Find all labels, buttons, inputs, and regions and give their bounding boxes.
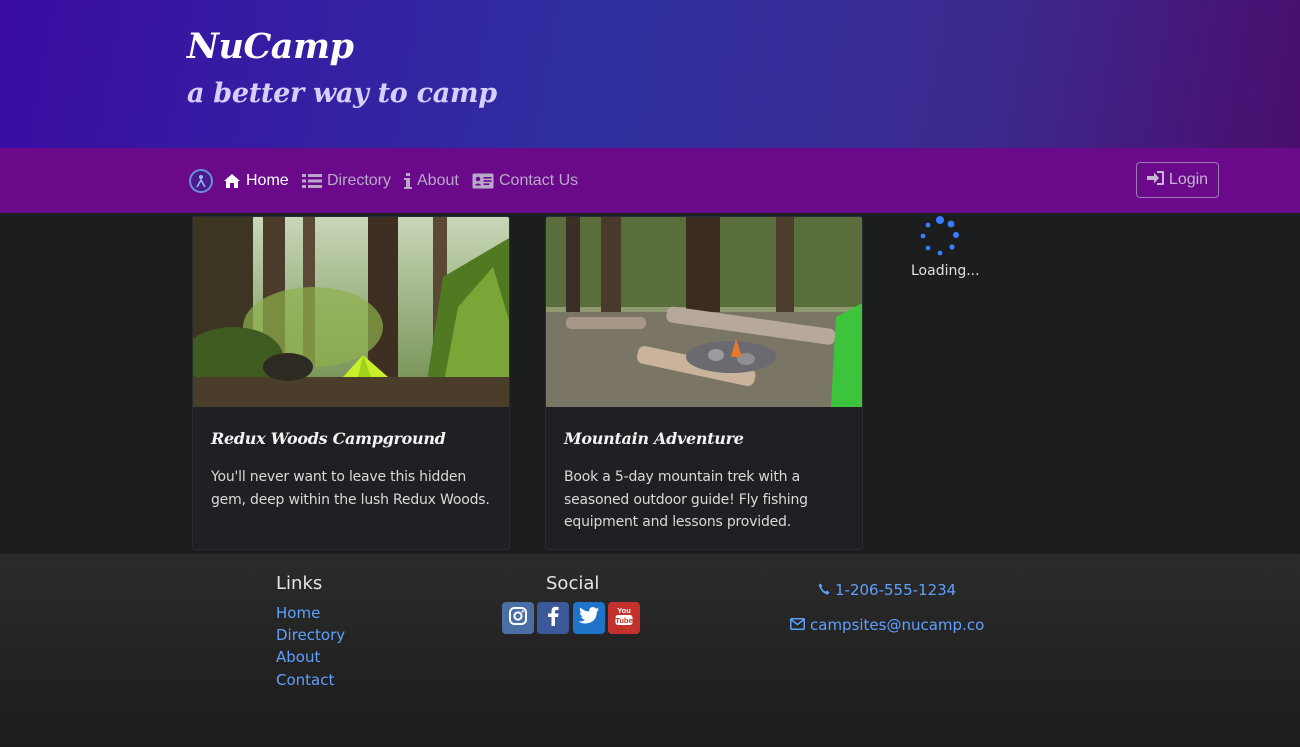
- login-button[interactable]: Login: [1136, 162, 1219, 198]
- loading-text: Loading...: [911, 263, 980, 279]
- instagram-icon: [508, 606, 528, 630]
- twitter-icon: [578, 607, 600, 629]
- phone-icon: [818, 581, 830, 599]
- brand-tagline: a better way to camp: [187, 78, 497, 109]
- instagram-button[interactable]: [502, 602, 534, 634]
- card-title: Redux Woods Campground: [211, 429, 446, 448]
- header-jumbotron: NuCamp a better way to camp: [0, 0, 1300, 148]
- nav-contact-label: Contact Us: [499, 172, 579, 189]
- card-title: Mountain Adventure: [564, 429, 744, 448]
- email-text: campsites@nucamp.co: [810, 616, 985, 634]
- facebook-button[interactable]: [537, 602, 569, 634]
- nav-directory-label: Directory: [327, 172, 392, 189]
- nucamp-logo-icon[interactable]: [189, 169, 213, 193]
- list-icon: [302, 173, 322, 189]
- facebook-icon: [546, 606, 560, 630]
- navbar: Home Directory About Contact Us Login: [0, 148, 1300, 213]
- nav-about[interactable]: About: [404, 170, 459, 192]
- nav-directory[interactable]: Directory: [302, 170, 391, 192]
- svg-text:Tube: Tube: [615, 616, 632, 625]
- phone-text: 1-206-555-1234: [835, 581, 957, 599]
- nav-home[interactable]: Home: [223, 170, 289, 192]
- forest-campsite-image: [193, 217, 509, 407]
- brand-title: NuCamp: [187, 26, 354, 67]
- card-text: You'll never want to leave this hidden g…: [211, 469, 490, 508]
- info-icon: [404, 173, 412, 189]
- footer-link-about[interactable]: About: [276, 648, 320, 666]
- footer-phone[interactable]: 1-206-555-1234: [818, 581, 956, 599]
- loading-spinner-icon: [920, 216, 959, 256]
- campsite-card[interactable]: Redux Woods Campground You'll never want…: [192, 216, 510, 550]
- campsite-card[interactable]: Mountain Adventure Book a 5-day mountain…: [545, 216, 863, 550]
- footer-link-home[interactable]: Home: [276, 604, 320, 622]
- login-label: Login: [1168, 171, 1209, 188]
- footer-link-directory[interactable]: Directory: [276, 626, 345, 644]
- youtube-icon: You Tube: [614, 605, 634, 631]
- svg-text:You: You: [617, 606, 631, 615]
- nav-contact[interactable]: Contact Us: [472, 170, 578, 192]
- address-card-icon: [472, 173, 494, 189]
- campfire-image: [546, 217, 862, 407]
- nav-about-label: About: [417, 172, 459, 189]
- card-text: Book a 5-day mountain trek with a season…: [564, 469, 808, 530]
- footer-email[interactable]: campsites@nucamp.co: [790, 616, 984, 634]
- twitter-button[interactable]: [573, 602, 605, 634]
- youtube-button[interactable]: You Tube: [608, 602, 640, 634]
- footer-social-heading: Social: [546, 573, 600, 594]
- envelope-icon: [790, 616, 805, 634]
- footer-links-heading: Links: [276, 573, 323, 594]
- home-icon: [223, 173, 241, 189]
- footer-link-contact[interactable]: Contact: [276, 671, 334, 689]
- sign-in-icon: [1146, 170, 1165, 191]
- nav-home-label: Home: [246, 172, 289, 189]
- footer: [0, 554, 1300, 747]
